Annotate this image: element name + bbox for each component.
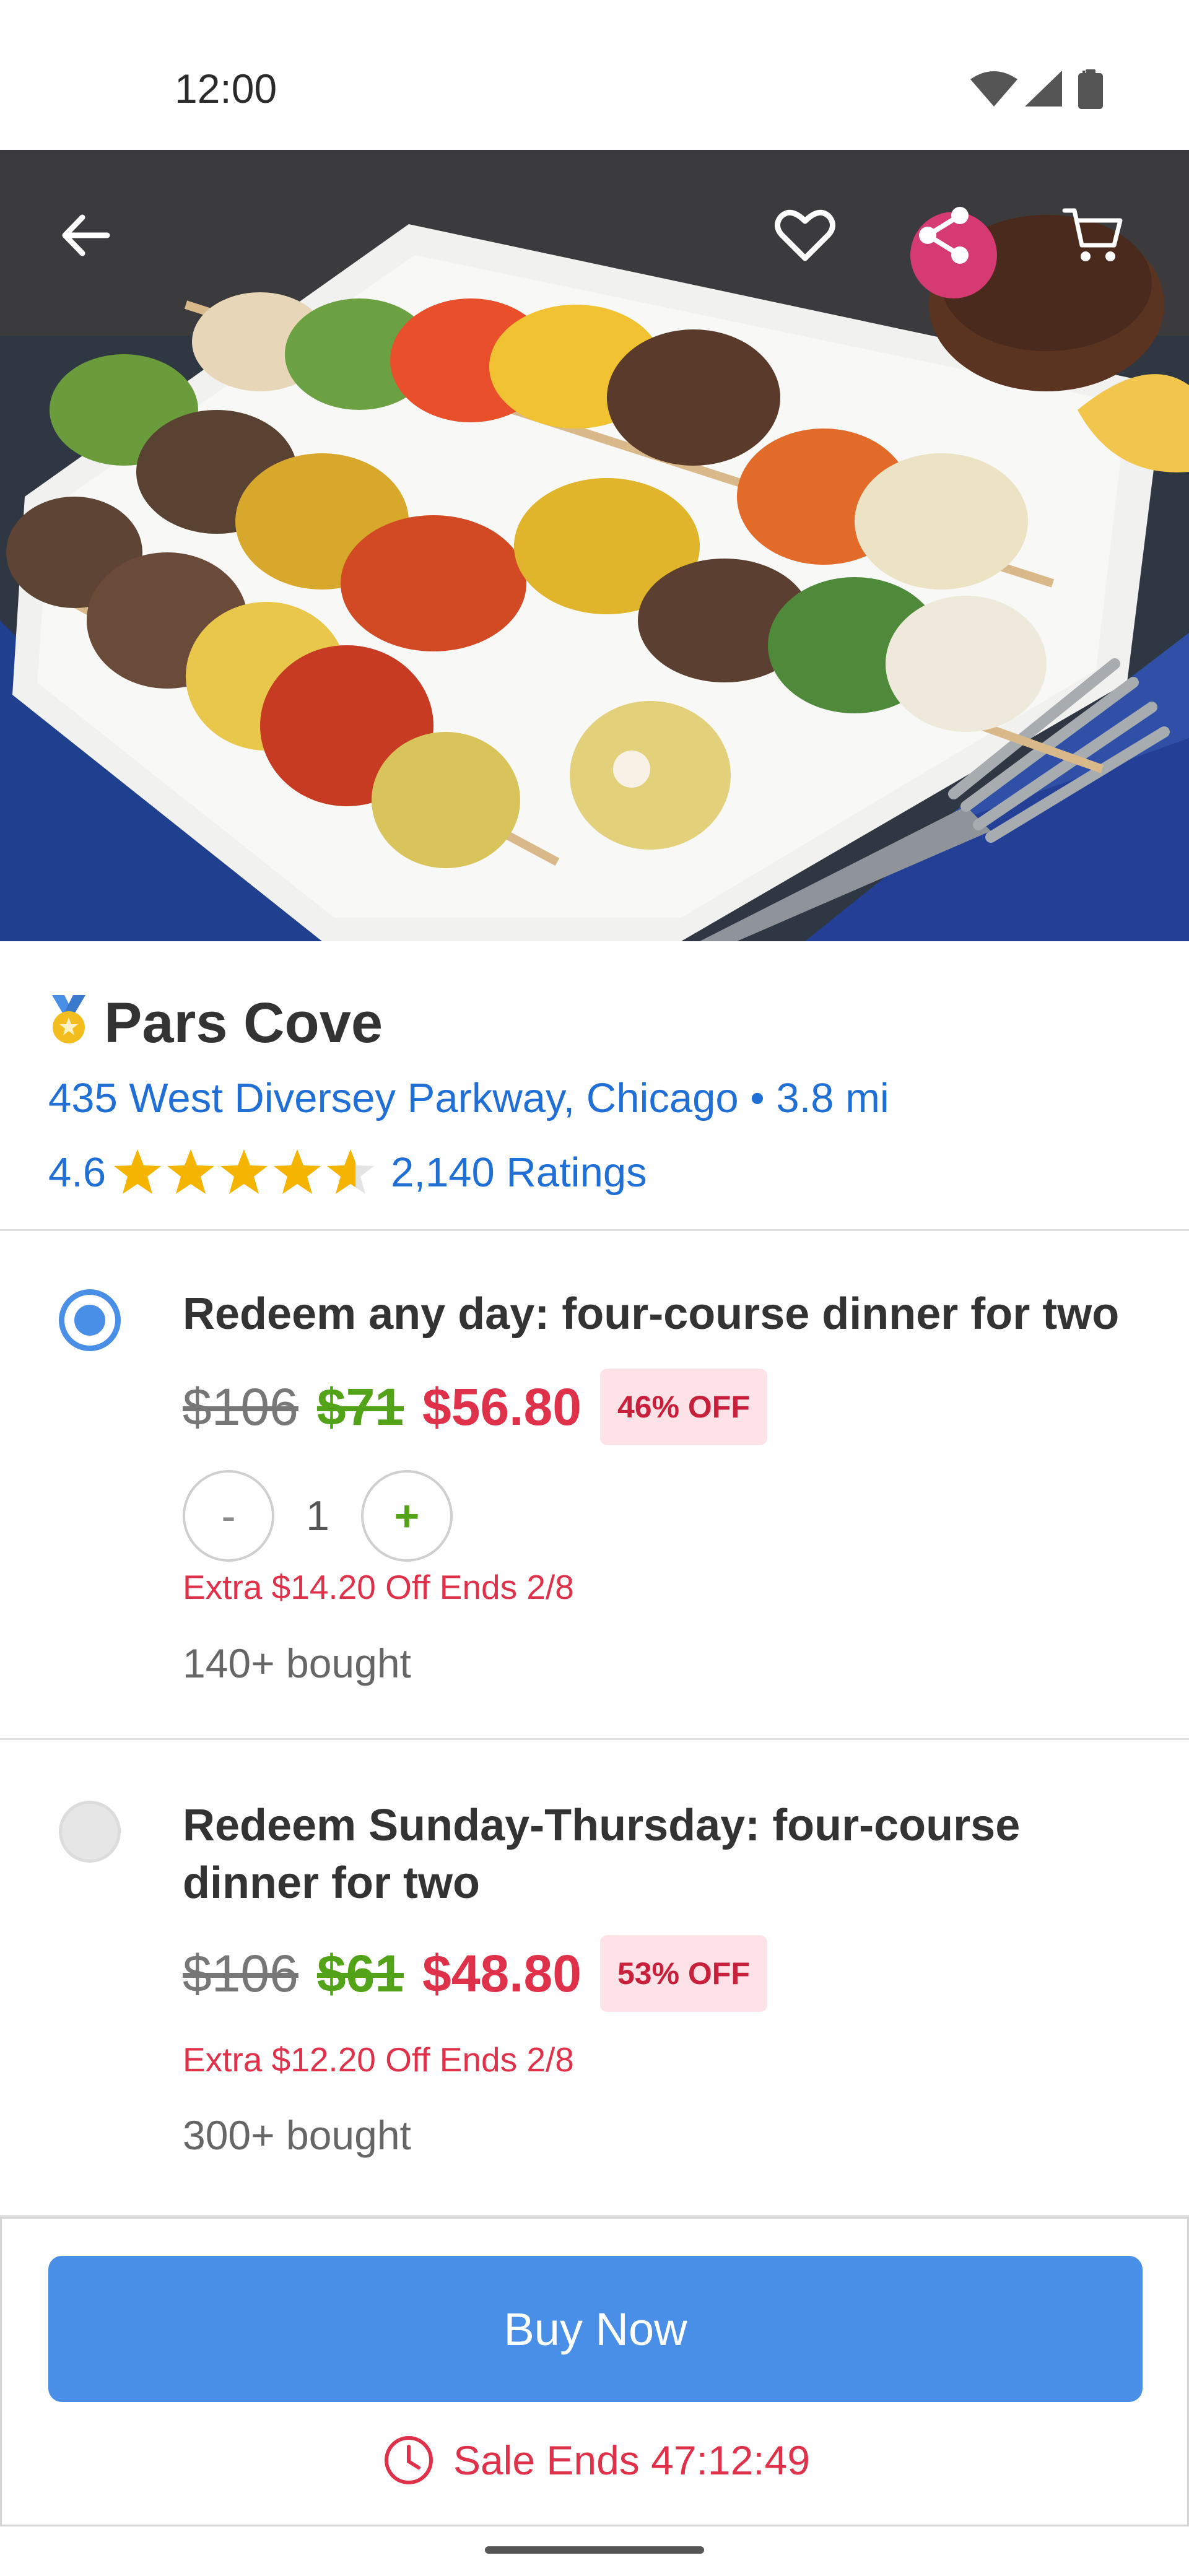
cart-button[interactable]	[1050, 192, 1136, 279]
bought-count: 300+ bought	[183, 2112, 411, 2158]
back-button[interactable]	[42, 192, 129, 279]
rating-value: 4.6	[48, 1149, 107, 1196]
star-half-icon	[327, 1149, 375, 1194]
purchase-bar: Buy Now Sale Ends 47:12:49	[0, 2217, 1189, 2526]
ratings-count: 2,140 Ratings	[391, 1149, 647, 1196]
price-row: $106 $61 $48.80 53% OFF	[183, 1935, 767, 2012]
cart-icon	[1062, 208, 1123, 261]
heart-icon	[775, 209, 835, 261]
extra-discount-text: Extra $14.20 Off Ends 2/8	[183, 1568, 574, 1606]
original-price: $106	[183, 1377, 298, 1436]
option-radio-selected[interactable]	[59, 1289, 121, 1351]
original-price: $106	[183, 1944, 298, 2003]
favorite-button[interactable]	[762, 192, 848, 279]
star-full-icon	[167, 1149, 215, 1194]
bought-count: 140+ bought	[183, 1640, 411, 1686]
hero-image	[0, 150, 1189, 941]
price-row: $106 $71 $56.80 46% OFF	[183, 1368, 767, 1445]
status-time: 12:00	[175, 66, 277, 111]
star-full-icon	[274, 1149, 321, 1194]
extra-discount-text: Extra $12.20 Off Ends 2/8	[183, 2040, 574, 2079]
option-radio-unselected[interactable]	[59, 1801, 121, 1863]
decrease-quantity-button[interactable]: -	[183, 1470, 274, 1562]
rating-stars	[112, 1147, 378, 1198]
buy-now-button[interactable]: Buy Now	[48, 2256, 1143, 2402]
battery-icon	[1078, 69, 1103, 109]
home-indicator[interactable]	[485, 2546, 704, 2554]
sale-price: $48.80	[422, 1944, 581, 2003]
deal-option[interactable]: Redeem Sunday-Thursday: four-course dinn…	[0, 1740, 1189, 2217]
rating-row[interactable]: 4.6 2,140 Ratings	[48, 1144, 647, 1200]
star-full-icon	[114, 1149, 162, 1194]
deal-price: $61	[316, 1944, 404, 2003]
grilled-vegetable-skewers-photo	[0, 150, 1189, 941]
deal-option[interactable]: Redeem any day: four-course dinner for t…	[0, 1231, 1189, 1740]
signal-icon	[1025, 71, 1062, 107]
merchant-address-link[interactable]: 435 West Diversey Parkway, Chicago • 3.8…	[48, 1074, 889, 1122]
deal-price: $71	[316, 1377, 404, 1436]
back-arrow-icon	[62, 214, 110, 256]
merchant-info: Pars Cove 435 West Diversey Parkway, Chi…	[0, 941, 1189, 1231]
share-icon	[919, 207, 969, 264]
status-icons	[969, 68, 1112, 111]
wifi-icon	[970, 71, 1017, 107]
clock-icon	[384, 2436, 433, 2484]
medal-icon	[52, 995, 85, 1043]
quantity-value: 1	[306, 1492, 329, 1539]
option-title: Redeem Sunday-Thursday: four-course dinn…	[183, 1801, 1021, 1908]
option-title: Redeem any day: four-course dinner for t…	[183, 1289, 1120, 1339]
sale-ends-text: Sale Ends 47:12:49	[453, 2437, 811, 2483]
status-bar: 12:00	[0, 0, 1189, 150]
sale-price: $56.80	[422, 1377, 581, 1436]
sale-countdown: Sale Ends 47:12:49	[2, 2426, 1189, 2494]
share-button[interactable]	[900, 192, 987, 279]
merchant-name: Pars Cove	[104, 991, 383, 1055]
star-full-icon	[220, 1149, 268, 1194]
quantity-stepper: - 1 +	[183, 1469, 453, 1562]
discount-badge: 46% OFF	[599, 1368, 767, 1445]
increase-quantity-button[interactable]: +	[361, 1470, 453, 1562]
discount-badge: 53% OFF	[599, 1935, 767, 2012]
